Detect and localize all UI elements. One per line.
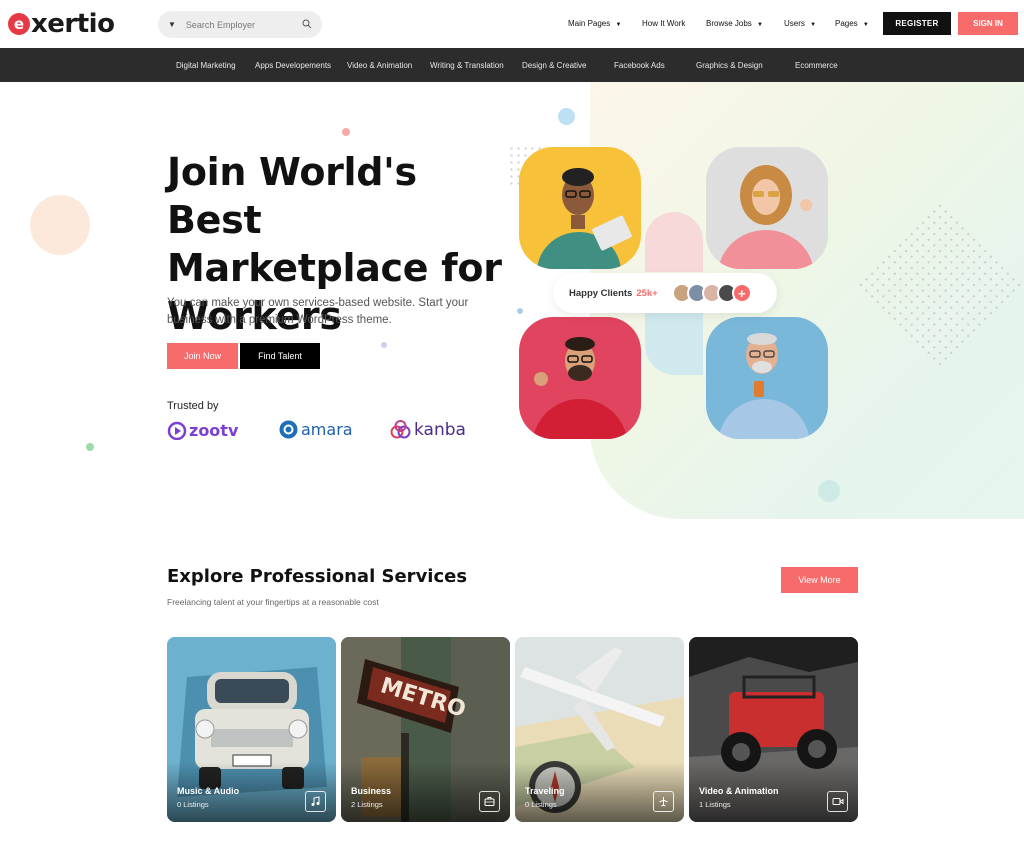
service-card-traveling[interactable]: Traveling 0 Listings: [515, 637, 684, 822]
category-link[interactable]: Writing & Translation: [430, 61, 504, 70]
photo-man-laptop: [519, 147, 641, 269]
card-title: Video & Animation: [699, 786, 779, 796]
register-button[interactable]: REGISTER: [883, 12, 951, 35]
nav-label: Browse Jobs: [706, 19, 752, 28]
decor-dot: [342, 128, 350, 136]
card-title: Traveling: [525, 786, 565, 796]
nav-browse-jobs[interactable]: Browse Jobs ▼: [706, 19, 763, 28]
decor-circle: [30, 195, 90, 255]
logo-text: xertio: [31, 9, 115, 39]
category-link[interactable]: Ecommerce: [795, 61, 838, 70]
nav-label: Pages: [835, 19, 858, 28]
person-illustration: [532, 337, 628, 439]
add-client-button[interactable]: +: [731, 283, 752, 303]
kanba-logo-icon: [390, 420, 411, 439]
category-bar: Digital Marketing Apps Developements Vid…: [0, 48, 1024, 82]
card-listings: 2 Listings: [351, 800, 383, 809]
music-icon: [305, 791, 326, 812]
decor-dot: [381, 342, 387, 348]
category-link[interactable]: Graphics & Design: [696, 61, 763, 70]
amara-logo-icon: [279, 420, 298, 439]
service-card-music[interactable]: Music & Audio 0 Listings: [167, 637, 336, 822]
nav-users[interactable]: Users ▼: [784, 19, 816, 28]
decor-dot: [818, 480, 840, 502]
trusted-by-label: Trusted by: [167, 400, 219, 412]
video-icon: [827, 791, 848, 812]
category-link[interactable]: Digital Marketing: [176, 61, 236, 70]
card-listings: 0 Listings: [525, 800, 557, 809]
briefcase-icon: [479, 791, 500, 812]
card-title: Business: [351, 786, 392, 796]
chevron-down-icon[interactable]: ▼: [168, 20, 176, 29]
service-card-video[interactable]: Video & Animation 1 Listings: [689, 637, 858, 822]
signin-button[interactable]: SIGN IN: [958, 12, 1018, 35]
nav-main-pages[interactable]: Main Pages ▼: [568, 19, 621, 28]
nav-label: Main Pages: [568, 19, 611, 28]
header: e xertio ▼ Main Pages ▼ How It Work Brow…: [0, 0, 1024, 48]
happy-clients-label: Happy Clients: [569, 287, 633, 299]
nav-pages[interactable]: Pages ▼: [835, 19, 869, 28]
plane-icon: [653, 791, 674, 812]
decor-shape: [645, 313, 703, 375]
chevron-down-icon: ▼: [615, 22, 622, 28]
person-illustration: [537, 168, 632, 269]
chevron-down-icon: ▼: [810, 22, 817, 28]
chevron-down-icon: ▼: [862, 22, 869, 28]
nav-label: How It Work: [642, 19, 686, 28]
search-bar: ▼: [158, 11, 322, 38]
brand-name: amara: [301, 420, 353, 439]
search-icon[interactable]: [302, 19, 312, 29]
card-listings: 1 Listings: [699, 800, 731, 809]
decor-shape: [645, 212, 703, 272]
decor-dot: [558, 108, 575, 125]
nav-label: Users: [784, 19, 805, 28]
find-talent-button[interactable]: Find Talent: [240, 343, 320, 369]
hero-subtitle: You can make your own services-based web…: [167, 297, 469, 326]
brand-name: zootv: [189, 420, 239, 440]
logo-mark: e: [8, 13, 30, 35]
brand-kanba: kanba: [390, 420, 466, 440]
category-link[interactable]: Facebook Ads: [614, 61, 665, 70]
card-listings: 0 Listings: [177, 800, 209, 809]
category-link[interactable]: Design & Creative: [522, 61, 586, 70]
brand-name: kanba: [414, 420, 466, 440]
services-title: Explore Professional Services: [167, 566, 468, 587]
brand-zootv: zootv: [167, 420, 238, 440]
services-subtitle: Freelancing talent at your fingertips at…: [167, 597, 379, 607]
photo-older-man: [706, 317, 828, 439]
brand-amara: amara: [279, 420, 353, 439]
search-input[interactable]: [185, 19, 296, 30]
join-now-button[interactable]: Join Now: [167, 343, 238, 369]
happy-clients-count: 25k+: [636, 287, 658, 299]
avatar-group: +: [671, 283, 752, 303]
photo-man-red: [519, 317, 641, 439]
logo[interactable]: e xertio: [8, 8, 115, 40]
view-more-button[interactable]: View More: [781, 567, 858, 593]
photo-woman-pink: [706, 147, 828, 269]
card-title: Music & Audio: [177, 786, 240, 796]
nav-how-it-work[interactable]: How It Work: [642, 19, 685, 28]
category-link[interactable]: Video & Animation: [347, 61, 412, 70]
chevron-down-icon: ▼: [757, 22, 763, 28]
category-link[interactable]: Apps Developements: [255, 61, 331, 70]
zootv-logo-icon: [167, 421, 187, 440]
person-illustration: [718, 165, 814, 269]
person-illustration: [718, 333, 810, 439]
service-card-business[interactable]: METRO Business 2 Listings: [341, 637, 510, 822]
decor-dot: [517, 308, 523, 314]
happy-clients-badge: Happy Clients 25k+ +: [553, 273, 777, 313]
decor-dot: [86, 443, 94, 451]
